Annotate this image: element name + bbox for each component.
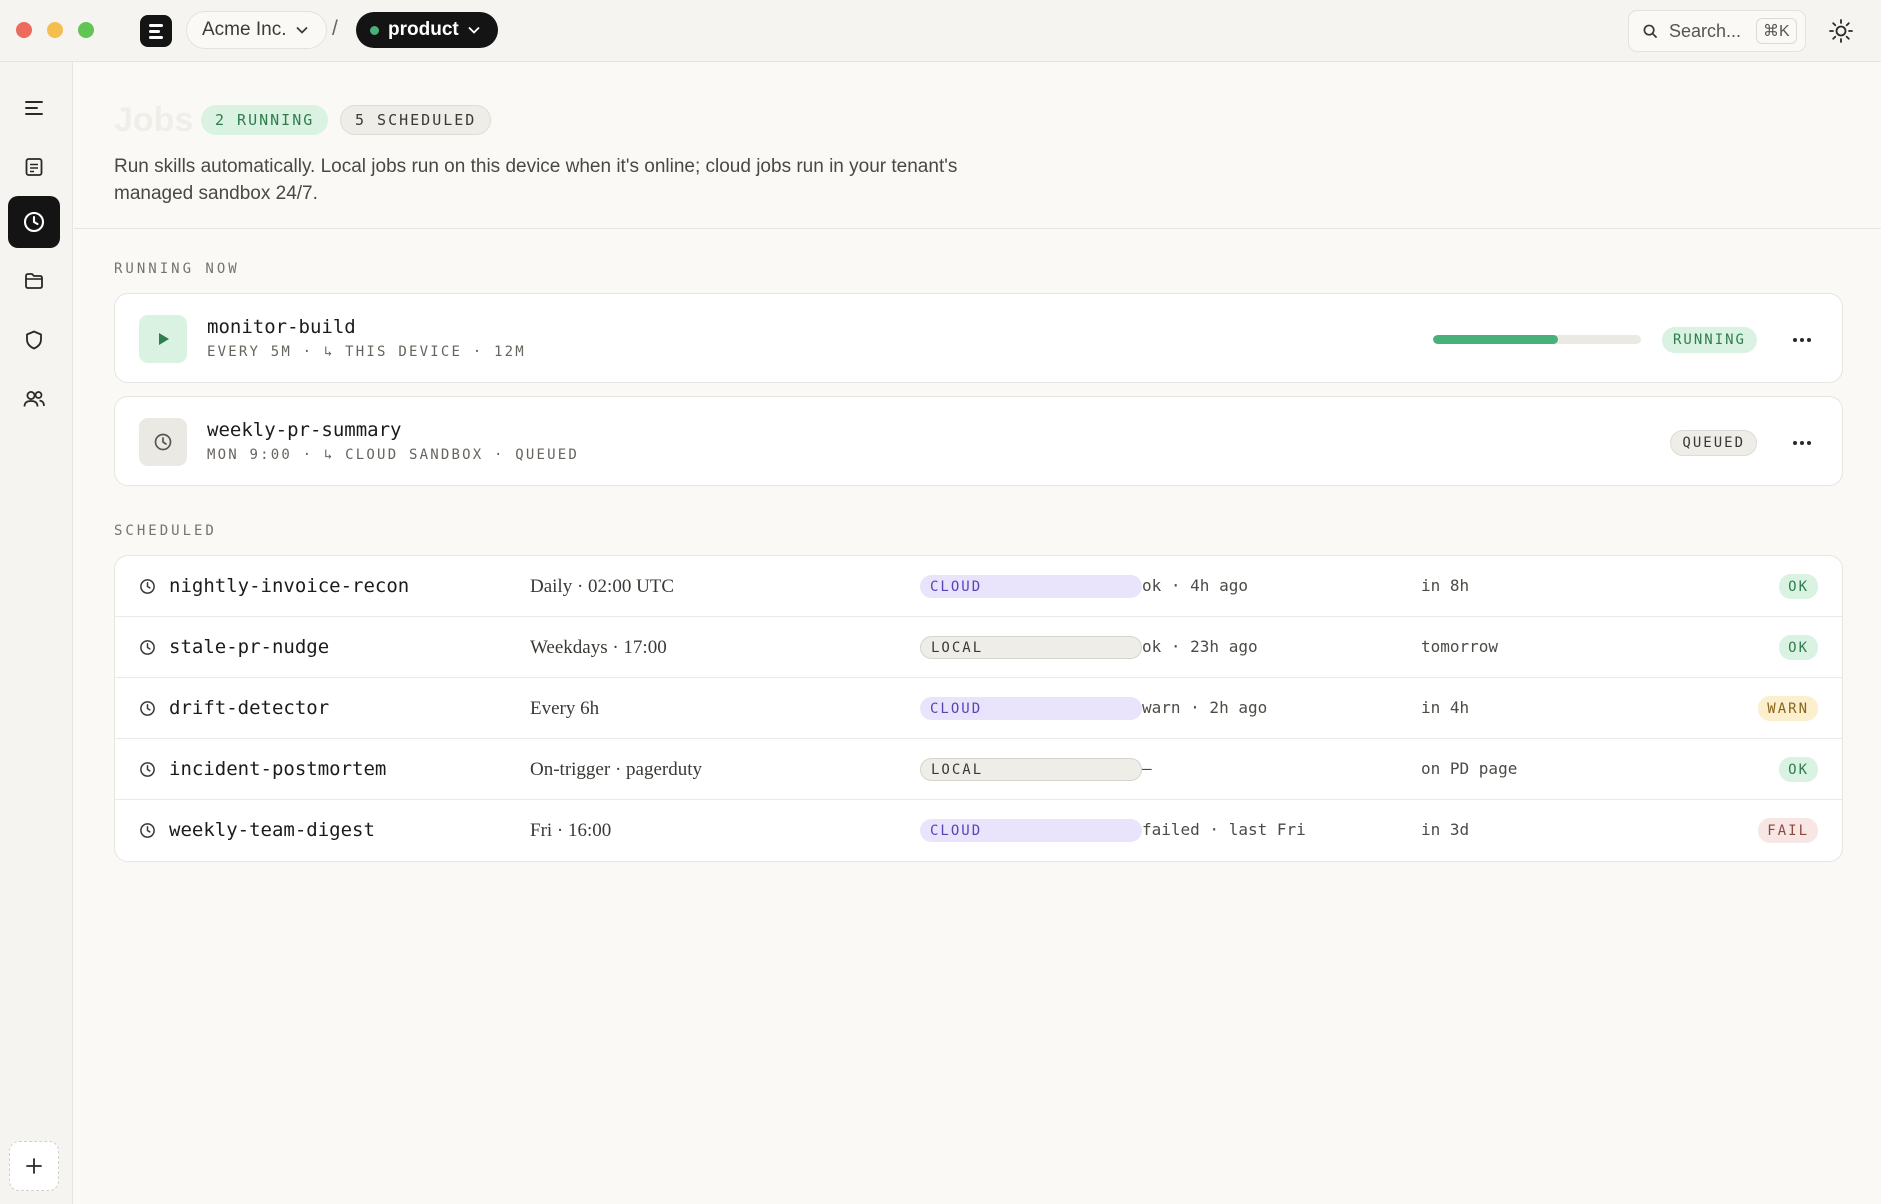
job-name: drift-detector	[169, 697, 330, 719]
last-run: —	[1142, 759, 1152, 778]
job-schedule: Daily · 02:00 UTC	[530, 576, 675, 597]
workspace-name: product	[388, 19, 459, 40]
status-badge: WARN	[1758, 696, 1818, 721]
next-run: in 3d	[1421, 820, 1470, 839]
target-badge: CLOUD	[920, 819, 1142, 842]
more-options-button[interactable]	[1788, 429, 1816, 457]
chevron-down-icon	[296, 26, 309, 34]
window-minimize-button[interactable]	[47, 22, 63, 38]
job-schedule: On-trigger · pagerduty	[530, 759, 702, 780]
table-row[interactable]: weekly-team-digest Fri · 16:00 CLOUD fai…	[115, 800, 1842, 861]
job-name: stale-pr-nudge	[169, 636, 330, 658]
running-count-badge: 2 RUNNING	[201, 105, 329, 135]
running-job-card[interactable]: monitor-build EVERY 5M · ↳ THIS DEVICE ·…	[114, 293, 1843, 383]
app-logo-icon[interactable]	[140, 15, 172, 47]
sidebar-item-files[interactable]	[8, 255, 60, 307]
workspace-status-dot	[370, 25, 379, 35]
search-input[interactable]: Search... ⌘K	[1628, 10, 1806, 52]
job-schedule: Every 6h	[530, 698, 600, 719]
job-name: weekly-team-digest	[169, 819, 375, 841]
job-name: weekly-pr-summary	[207, 419, 402, 441]
menu-icon	[25, 101, 43, 115]
status-badge: OK	[1779, 757, 1818, 782]
status-badge: QUEUED	[1670, 430, 1757, 456]
plus-icon	[26, 1158, 42, 1174]
status-badge: OK	[1779, 574, 1818, 599]
table-row[interactable]: nightly-invoice-recon Daily · 02:00 UTC …	[115, 556, 1842, 617]
search-placeholder: Search...	[1669, 20, 1742, 41]
top-bar: Acme Inc. / product Search... ⌘K	[0, 0, 1881, 62]
more-dots-icon	[1793, 441, 1797, 445]
breadcrumb-separator: /	[332, 17, 338, 40]
clock-icon	[140, 762, 155, 777]
clock-icon	[23, 211, 45, 233]
last-run: ok · 23h ago	[1142, 637, 1258, 656]
target-badge: LOCAL	[920, 758, 1142, 781]
job-progress-fill	[1433, 335, 1558, 344]
search-shortcut: ⌘K	[1756, 18, 1797, 44]
running-section-label: RUNNING NOW	[114, 261, 240, 277]
next-run: in 8h	[1421, 576, 1470, 595]
target-badge: CLOUD	[920, 575, 1142, 598]
job-name: nightly-invoice-recon	[169, 575, 410, 597]
status-badge: OK	[1779, 635, 1818, 660]
last-run: failed · last Fri	[1142, 820, 1306, 839]
search-icon	[1643, 24, 1658, 38]
window-close-button[interactable]	[16, 22, 32, 38]
job-name: monitor-build	[207, 316, 356, 338]
target-badge: CLOUD	[920, 697, 1142, 720]
page-description: Run skills automatically. Local jobs run…	[114, 156, 958, 204]
sidebar-item-documents[interactable]	[8, 141, 60, 193]
table-row[interactable]: stale-pr-nudge Weekdays · 17:00 LOCAL ok…	[115, 617, 1842, 678]
scheduled-count-badge: 5 SCHEDULED	[340, 105, 492, 135]
clock-icon	[139, 418, 187, 466]
clock-icon	[140, 579, 155, 594]
status-badge: RUNNING	[1661, 327, 1757, 353]
window-zoom-button[interactable]	[78, 22, 94, 38]
sun-icon	[1829, 19, 1853, 43]
target-badge: LOCAL	[920, 636, 1142, 659]
scheduled-section-label: SCHEDULED	[114, 523, 217, 539]
job-schedule: Fri · 16:00	[530, 820, 612, 841]
table-row[interactable]: drift-detector Every 6h CLOUD warn · 2h …	[115, 678, 1842, 739]
clock-icon	[140, 640, 155, 655]
table-row[interactable]: incident-postmortem On-trigger · pagerdu…	[115, 739, 1842, 800]
job-schedule: Weekdays · 17:00	[530, 637, 667, 658]
play-icon	[139, 315, 187, 363]
shield-icon	[26, 330, 42, 350]
more-options-button[interactable]	[1788, 326, 1816, 354]
theme-toggle-button[interactable]	[1826, 16, 1856, 46]
last-run: warn · 2h ago	[1142, 698, 1268, 717]
chevron-down-icon	[468, 26, 480, 34]
clock-icon	[140, 701, 155, 716]
next-run: in 4h	[1421, 698, 1470, 717]
users-icon	[23, 391, 45, 407]
document-icon	[25, 158, 43, 176]
status-badge: FAIL	[1758, 818, 1818, 843]
running-job-card[interactable]: weekly-pr-summary MON 9:00 · ↳ CLOUD SAN…	[114, 396, 1843, 486]
sidebar-item-menu[interactable]	[8, 82, 60, 134]
page-header: Jobs 2 RUNNING 5 SCHEDULED Run skills au…	[74, 63, 1881, 229]
scheduled-jobs-table: nightly-invoice-recon Daily · 02:00 UTC …	[114, 555, 1843, 862]
main-content: Jobs 2 RUNNING 5 SCHEDULED Run skills au…	[74, 63, 1881, 1204]
folder-icon	[25, 273, 43, 289]
workspace-switcher[interactable]: product	[356, 12, 498, 48]
job-meta: EVERY 5M · ↳ THIS DEVICE · 12M	[207, 344, 526, 360]
next-run: on PD page	[1421, 759, 1518, 778]
job-meta: MON 9:00 · ↳ CLOUD SANDBOX · QUEUED	[207, 447, 580, 463]
more-dots-icon	[1793, 338, 1797, 342]
add-button[interactable]	[9, 1141, 59, 1191]
job-name: incident-postmortem	[169, 758, 387, 780]
sidebar-item-security[interactable]	[8, 314, 60, 366]
clock-icon	[140, 823, 155, 838]
sidebar-item-jobs[interactable]	[8, 196, 60, 248]
last-run: ok · 4h ago	[1142, 576, 1248, 595]
sidebar	[0, 62, 73, 1204]
job-progress-bar	[1433, 335, 1641, 344]
org-name: Acme Inc.	[202, 19, 287, 40]
next-run: tomorrow	[1421, 637, 1499, 656]
sidebar-item-team[interactable]	[8, 373, 60, 425]
org-switcher[interactable]: Acme Inc.	[186, 11, 328, 49]
page-title: Jobs	[114, 101, 194, 139]
